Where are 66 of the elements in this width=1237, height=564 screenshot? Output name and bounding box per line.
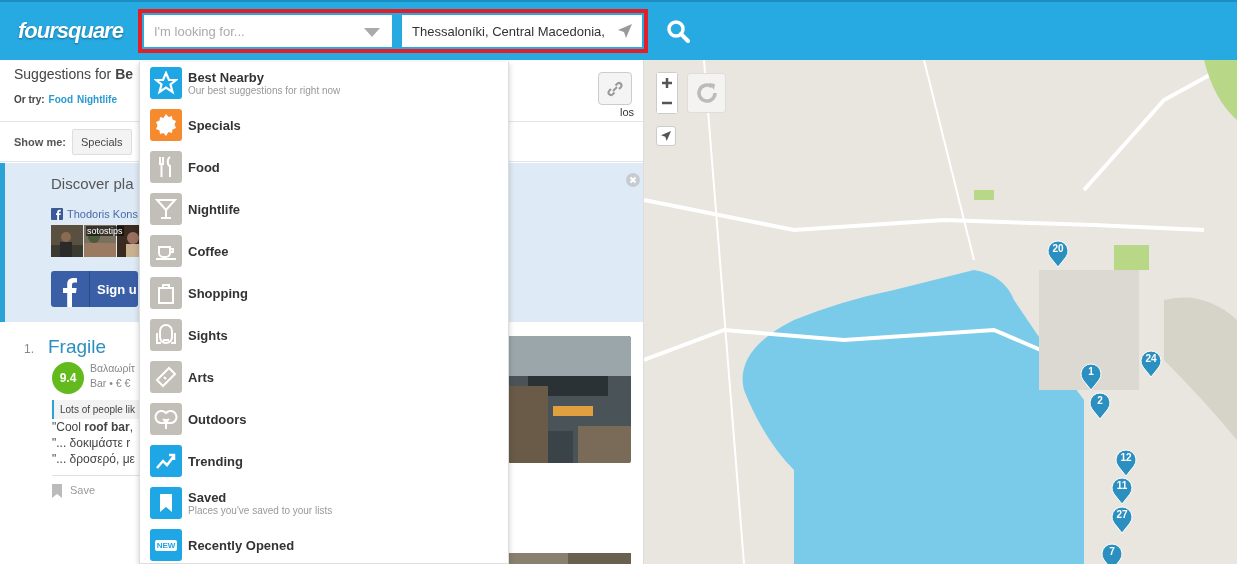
category-label: Shopping [188,285,248,301]
category-label: Sights [188,327,228,343]
category-item[interactable]: NEW Recently Opened [150,524,508,563]
location-arrow-icon [618,24,632,38]
category-item[interactable]: Best Nearby Our best suggestions for right now [150,62,508,104]
show-me-label: Show me: [14,135,66,148]
location-arrow-icon [661,131,671,141]
refresh-button[interactable] [687,73,726,113]
category-link[interactable]: Nightlife [77,94,117,105]
partial-text: los [620,106,635,118]
rank-number: 1. [24,342,34,356]
venue-name[interactable]: Fragile [48,336,107,358]
suggestions-title: Suggestions for Be [14,66,134,82]
caret-icon [364,28,380,37]
plus-icon [662,78,672,88]
map-pin[interactable]: 27 [1111,505,1133,533]
facebook-signup-button[interactable]: Sign u [51,271,138,307]
category-item[interactable]: Coffee [150,230,508,272]
search-icon[interactable] [666,19,690,43]
link-button[interactable] [598,72,632,105]
location-field[interactable]: Thessaloníki, Central Macedonia, [402,15,642,47]
category-label: Best Nearby [188,70,265,85]
facebook-icon [51,208,63,220]
category-item[interactable]: Sights [150,314,508,356]
quote-text: "Cool roof bar, [52,419,133,435]
map-pin[interactable]: 2 [1089,391,1111,419]
category-label: Food [188,159,220,175]
category-label: Coffee [188,243,229,259]
locate-button[interactable] [656,126,676,146]
search-field[interactable]: I'm looking for... [144,15,392,47]
category-label: Trending [188,453,243,469]
map-pin[interactable]: 11 [1111,476,1133,504]
category-item[interactable]: Saved Places you've saved to your lists [150,482,508,524]
category-item[interactable]: Trending [150,440,508,482]
score-badge: 9.4 [52,362,84,394]
map-pin[interactable]: 1 [1080,362,1102,390]
discover-title: Discover pla [51,175,134,192]
quote-text: "... δροσερό, με [52,451,135,467]
category-item[interactable]: Shopping [150,272,508,314]
category-description: Places you've saved to your lists [188,505,333,516]
category-label: Arts [188,369,214,385]
or-try-label: Or try: [14,94,45,105]
map-pin[interactable]: 7 [1101,542,1123,564]
map-pin[interactable]: 20 [1047,239,1069,267]
category-item[interactable]: Specials [150,104,508,146]
category-item[interactable]: Arts [150,356,508,398]
category-label: Saved [188,490,228,505]
venue-category: Bar • € € [90,377,132,389]
map-pin[interactable]: 12 [1115,448,1137,476]
filter-button[interactable]: Specials [71,128,132,155]
category-description: Our best suggestions for right now [188,85,341,96]
category-link[interactable]: Food [48,94,73,105]
venue-address: Βαλαωρίτ [90,362,135,374]
refresh-icon [694,81,719,105]
category-item[interactable]: Nightlife [150,188,508,230]
category-item[interactable]: Food [150,146,508,188]
link-icon [606,79,624,98]
bookmark-icon [52,484,62,498]
quote-text: "... δοκιμάστε r [52,435,131,451]
close-icon[interactable] [626,173,640,187]
friend-name[interactable]: Thodoris Kons [67,208,138,220]
category-label: Nightlife [188,201,240,217]
new-icon: NEW [150,529,182,561]
map-pin[interactable]: 24 [1140,349,1162,377]
category-label: Recently Opened [188,537,295,553]
category-label: Specials [188,117,241,133]
